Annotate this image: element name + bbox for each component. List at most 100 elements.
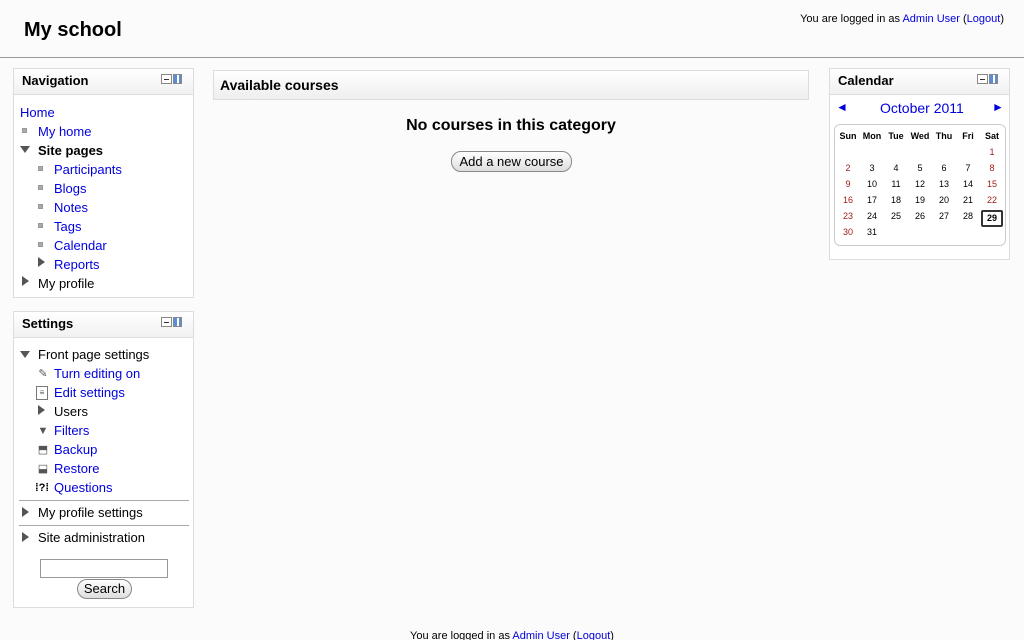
navigation-title: Navigation <box>22 73 89 88</box>
calendar-day: 31 <box>866 227 877 237</box>
calendar-day-header: Sat <box>984 131 999 141</box>
site-administration[interactable]: Site administration <box>38 528 145 547</box>
calendar-day: 7 <box>965 163 971 173</box>
nav-participants[interactable]: Participants <box>54 160 122 179</box>
calendar-day: 26 <box>914 211 925 221</box>
calendar-day-header: Mon <box>862 131 882 141</box>
site-title: My school <box>24 19 122 41</box>
nav-my-profile[interactable]: My profile <box>38 274 94 293</box>
block-controls-icon[interactable] <box>161 317 183 328</box>
calendar-day: 9 <box>845 179 851 189</box>
bullet-icon <box>38 223 43 228</box>
calendar-day: 28 <box>962 211 973 221</box>
filter-icon: ▼ <box>37 425 49 437</box>
nav-tags[interactable]: Tags <box>54 217 81 236</box>
available-courses-title: Available courses <box>220 77 339 93</box>
settings-block-header: Settings <box>14 312 193 338</box>
footer-login-prefix: You are logged in as <box>410 630 510 640</box>
settings-users[interactable]: Users <box>54 402 88 421</box>
footer-user-link[interactable]: Admin User <box>512 630 569 640</box>
calendar-day: 24 <box>866 211 877 221</box>
divider <box>19 500 189 501</box>
next-month-icon[interactable]: ► <box>992 100 1004 114</box>
calendar-month[interactable]: October 2011 <box>880 100 964 116</box>
settings-block: Settings Front page settings ✎ Turn edit… <box>13 311 194 608</box>
calendar-day: 13 <box>938 179 949 189</box>
calendar-day-header: Fri <box>962 131 974 141</box>
block-controls-icon[interactable] <box>161 74 183 85</box>
calendar-day-header: Wed <box>910 131 930 141</box>
expand-arrow-icon[interactable] <box>22 507 29 517</box>
bullet-icon <box>38 166 43 171</box>
calendar-day: 11 <box>891 179 901 189</box>
settings-turn-editing-on[interactable]: Turn editing on <box>54 364 140 383</box>
prev-month-icon[interactable]: ◄ <box>836 100 848 114</box>
nav-site-pages[interactable]: Site pages <box>38 141 103 160</box>
calendar-day: 17 <box>866 195 877 205</box>
calendar-day: 10 <box>866 179 877 189</box>
logout-link[interactable]: Logout <box>967 13 1001 25</box>
calendar-day: 22 <box>986 195 997 205</box>
collapse-arrow-icon[interactable] <box>20 146 30 153</box>
settings-restore[interactable]: Restore <box>54 459 100 478</box>
search-button[interactable]: Search <box>77 579 132 599</box>
add-course-button[interactable]: Add a new course <box>451 151 572 172</box>
nav-reports[interactable]: Reports <box>54 255 100 274</box>
calendar-day: 15 <box>986 179 997 189</box>
nav-calendar[interactable]: Calendar <box>54 236 107 255</box>
bullet-icon <box>38 185 43 190</box>
nav-notes[interactable]: Notes <box>54 198 88 217</box>
calendar-day: 2 <box>845 163 851 173</box>
bullet-icon <box>38 204 43 209</box>
available-courses-header: Available courses <box>213 70 809 100</box>
expand-arrow-icon[interactable] <box>22 276 29 286</box>
my-profile-settings[interactable]: My profile settings <box>38 503 143 522</box>
collapse-arrow-icon[interactable] <box>20 351 30 358</box>
calendar-day: 18 <box>890 195 901 205</box>
expand-arrow-icon[interactable] <box>38 405 45 415</box>
calendar-day: 23 <box>842 211 853 221</box>
settings-backup[interactable]: Backup <box>54 440 97 459</box>
settings-edit-settings[interactable]: Edit settings <box>54 383 125 402</box>
calendar-day: 21 <box>962 195 973 205</box>
user-link[interactable]: Admin User <box>902 13 959 25</box>
calendar-day: 8 <box>989 163 995 173</box>
calendar-day: 3 <box>869 163 875 173</box>
expand-arrow-icon[interactable] <box>22 532 29 542</box>
navigation-block: Navigation Home My home Site pages Parti… <box>13 68 194 298</box>
front-page-settings[interactable]: Front page settings <box>38 345 149 364</box>
calendar-day: 14 <box>962 179 973 189</box>
settings-questions[interactable]: Questions <box>54 478 113 497</box>
pencil-icon: ✎ <box>38 368 48 380</box>
backup-icon: ⬒ <box>37 444 49 456</box>
login-info: You are logged in as Admin User (Logout) <box>800 13 1004 25</box>
calendar-day: 20 <box>938 195 949 205</box>
calendar-day-header: Tue <box>888 131 904 141</box>
login-prefix: You are logged in as <box>800 13 901 25</box>
settings-filters[interactable]: Filters <box>54 421 89 440</box>
calendar-day: 19 <box>914 195 925 205</box>
bullet-icon <box>38 242 43 247</box>
calendar-day: 16 <box>842 195 853 205</box>
calendar-block-header: Calendar <box>830 69 1009 95</box>
calendar-day-header: Sun <box>839 131 857 141</box>
calendar-day: 30 <box>842 227 853 237</box>
page-header: My school You are logged in as Admin Use… <box>0 0 1024 58</box>
settings-search-input[interactable] <box>40 559 168 578</box>
calendar-day: 27 <box>938 211 949 221</box>
nav-blogs[interactable]: Blogs <box>54 179 87 198</box>
divider <box>19 525 189 526</box>
calendar-day-header: Thu <box>935 131 953 141</box>
nav-my-home[interactable]: My home <box>38 122 91 141</box>
nav-home[interactable]: Home <box>20 103 55 122</box>
footer-logout-link[interactable]: Logout <box>577 630 611 640</box>
questions-icon: ⁞?⁞ <box>35 482 50 494</box>
bullet-icon <box>22 128 27 133</box>
calendar-day: 6 <box>941 163 947 173</box>
calendar-day: 1 <box>989 147 995 157</box>
block-controls-icon[interactable] <box>977 74 999 85</box>
calendar-day: 12 <box>914 179 925 189</box>
calendar-title: Calendar <box>838 73 894 88</box>
page-footer: You are logged in as Admin User (Logout) <box>410 630 614 640</box>
expand-arrow-icon[interactable] <box>38 257 45 267</box>
